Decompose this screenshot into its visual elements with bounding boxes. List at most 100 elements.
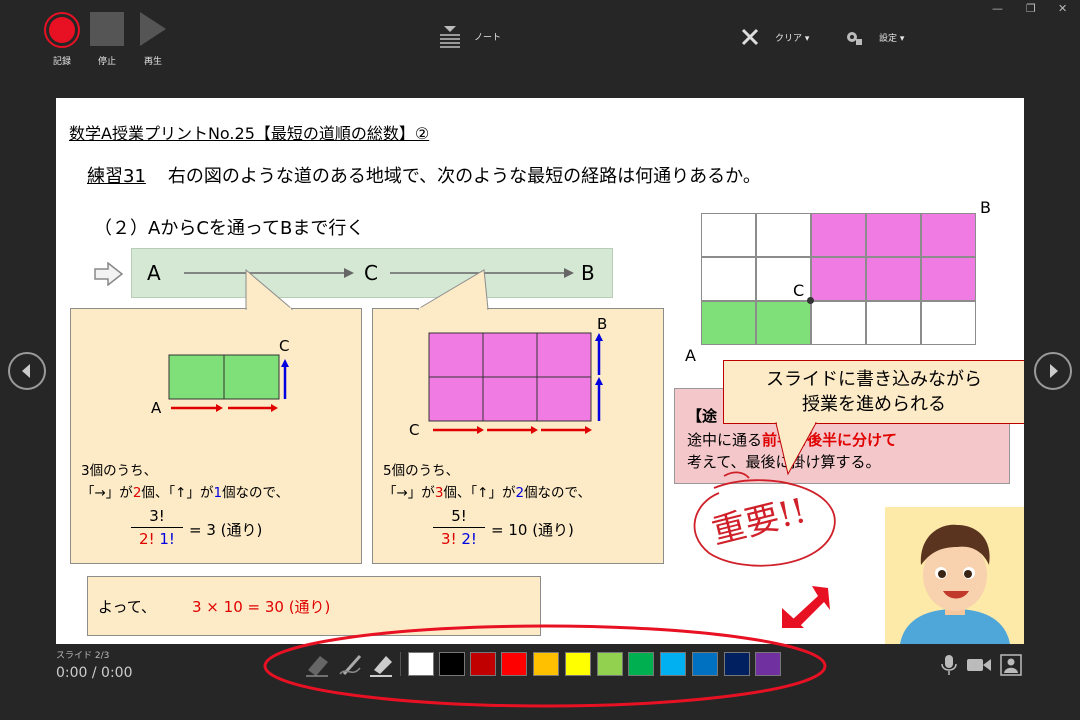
notes-icon [440,26,460,48]
camera-button[interactable] [966,656,992,678]
left-label-c: C [279,337,290,355]
notes-label: ノート [474,32,502,43]
right-callout: B C 5個のうち、 「→」が3個、「↑」が2個なので、 5! 3! 2! = … [372,308,664,564]
grid-cell [756,301,811,345]
next-slide-button[interactable] [1034,352,1072,390]
notes-button[interactable]: ノート [438,24,501,48]
eraser-tool[interactable] [304,652,330,682]
grid-cell [701,301,756,345]
note-heading: 【途 [687,407,718,425]
color-swatch-black[interactable] [439,652,465,676]
video-camera-icon [967,659,991,671]
clear-button[interactable]: クリア ▾ [741,28,809,46]
highlighter-tool[interactable] [368,652,394,682]
grid-cell [921,213,976,257]
arrow-left-icon [22,364,30,378]
grid-cell [921,257,976,301]
right-text-line1: 5個のうち、 [383,463,460,479]
clear-label: クリア ▾ [775,33,810,44]
grid-label-a: A [685,346,696,365]
right-label-c: C [409,421,420,439]
highlighter-icon [370,656,392,677]
toolbar-divider [400,652,401,676]
flow-arrows [184,268,574,278]
color-swatch-purple[interactable] [755,652,781,676]
grid-cell [701,257,756,301]
color-swatch-dark-red[interactable] [470,652,496,676]
previous-slide-button[interactable] [8,352,46,390]
slide-number: スライド 2/3 [56,651,110,661]
question-text: 右の図のような道のある地域で、次のような最短の経路は何通りあるか。 [167,166,761,187]
teacher-illustration-icon [900,524,1010,644]
route-flow-box: A C B [131,248,613,298]
color-swatch-white[interactable] [408,652,434,676]
question-number: 練習31 [87,166,146,187]
speech-bubble: スライドに書き込みながら 授業を進められる [723,360,1024,424]
stop-icon [90,12,124,46]
play-button[interactable]: 再生 [140,12,166,67]
grid-cell [921,301,976,345]
clear-icon [741,28,759,46]
hollow-arrow-icon [94,262,124,286]
grid-cell [756,213,811,257]
restore-icon[interactable]: ❐ [1026,2,1036,15]
minimize-icon[interactable]: — [992,2,1003,15]
conclusion-prefix: よって、 [98,598,157,616]
right-callout-tail [416,269,489,310]
stop-label: 停止 [97,57,116,67]
color-swatch-light-green[interactable] [597,652,623,676]
color-swatch-green[interactable] [628,652,654,676]
microphone-icon [941,655,957,675]
slide-canvas[interactable]: 数学A授業プリントNo.25【最短の道順の総数】② 練習31 右の図のような道のあ… [56,98,1024,644]
right-fraction: 5! 3! 2! [433,507,485,548]
grid-cell [811,301,866,345]
color-swatch-blue[interactable] [692,652,718,676]
color-swatch-orange[interactable] [533,652,559,676]
sub-question: （２）AからCを通ってBまで行く [94,218,365,239]
play-icon [140,12,166,46]
question-line: 練習31 右の図のような道のある地域で、次のような最短の経路は何通りあるか。 [87,162,761,188]
stop-button[interactable]: 停止 [90,12,124,67]
person-frame-icon [1000,654,1022,676]
color-swatch-red[interactable] [501,652,527,676]
color-swatch-light-blue[interactable] [660,652,686,676]
record-label: 記録 [52,57,71,67]
close-window-icon[interactable]: ✕ [1058,2,1067,15]
right-text-line2: 「→」が3個、「↑」が2個なので、 [383,485,592,501]
left-result: = 3 (通り) [189,521,263,539]
point-c-marker [807,297,814,304]
left-callout-tail [245,268,294,310]
grid-cell [811,257,866,301]
right-label-b: B [597,315,608,333]
grid-cell [811,213,866,257]
left-label-a: A [151,399,162,417]
pen-icon [339,655,362,675]
slide-title: 数学A授業プリントNo.25【最短の道順の総数】② [69,124,430,143]
microphone-button[interactable] [940,654,958,680]
settings-icon [847,32,862,45]
route-grid [701,213,976,345]
pen-tool[interactable] [338,652,364,682]
left-text-line1: 3個のうち、 [81,463,158,479]
speech-text: スライドに書き込みながら 授業を進められる [766,369,982,415]
grid-label-c: C [793,281,805,300]
grid-cell [701,213,756,257]
grid-cell [866,257,921,301]
left-text-line2: 「→」が2個、「↑」が1個なので、 [81,485,290,501]
camera-preview-button[interactable] [1000,654,1022,680]
play-label: 再生 [143,57,162,67]
grid-label-b: B [980,198,991,217]
arrow-right-icon [1050,364,1058,378]
color-swatch-yellow[interactable] [565,652,591,676]
conclusion-expression: 3 × 10 = 30 (通り) [192,598,331,616]
presenter-avatar [885,507,1024,644]
timer: 0:00 / 0:00 [56,665,133,681]
record-icon [44,12,80,48]
color-swatch-dark-blue[interactable] [724,652,750,676]
grid-cell [866,301,921,345]
record-button[interactable]: 記録 [44,12,80,67]
settings-button[interactable]: 設定 ▾ [845,28,904,46]
eraser-icon [306,656,328,677]
grid-cell [866,213,921,257]
right-result: = 10 (通り) [491,521,574,539]
